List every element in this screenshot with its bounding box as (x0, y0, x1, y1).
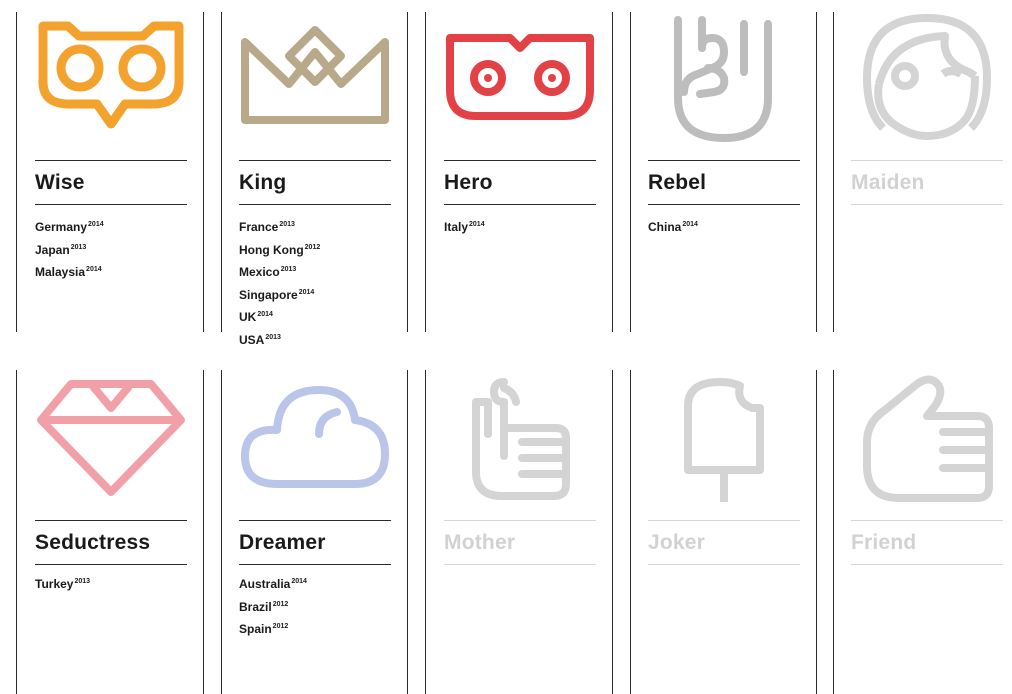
archetype-name: Seductress (35, 531, 151, 554)
country-item: Turkey2013 (35, 577, 91, 591)
archetype-card-king: King France2013 Hong Kong2012 Mexico2013… (239, 12, 391, 347)
owl-icon (38, 21, 184, 129)
archetype-card-maiden: Maiden (851, 12, 1003, 332)
diamond-icon (37, 380, 185, 496)
archetype-name: Friend (851, 531, 917, 554)
archetype-card-joker: Joker (648, 372, 800, 694)
country-item: Australia2014 (239, 577, 307, 591)
country-list: Germany2014 Japan2013 Malaysia2014 (35, 215, 104, 283)
country-item: UK2014 (239, 310, 273, 325)
country-item: Singapore2014 (239, 287, 315, 302)
country-item: Japan2013 (35, 242, 87, 257)
country-item: Italy2014 (444, 220, 485, 234)
country-list: Turkey2013 (35, 572, 90, 595)
archetype-card-friend: Friend (851, 372, 1003, 694)
archetype-name: King (239, 171, 287, 194)
country-item: USA2013 (239, 332, 281, 347)
country-list: France2013 Hong Kong2012 Mexico2013 Sing… (239, 215, 320, 351)
archetype-name: Mother (444, 531, 516, 554)
archetype-card-mother: Mother (444, 372, 596, 694)
country-list: Australia2014 Brazil2012 Spain2012 (239, 572, 307, 640)
archetype-name: Wise (35, 171, 85, 194)
country-item: Germany2014 (35, 220, 104, 234)
reminder-hand-icon (472, 378, 570, 500)
thumbs-up-icon (863, 375, 993, 502)
archetype-name: Maiden (851, 171, 925, 194)
archetype-card-seductress: Seductress Turkey2013 (35, 372, 187, 694)
country-item: Hong Kong2012 (239, 242, 321, 257)
hero-mask-icon (446, 34, 594, 120)
archetype-card-dreamer: Dreamer Australia2014 Brazil2012 Spain20… (239, 372, 391, 694)
archetype-name: Rebel (648, 171, 707, 194)
archetype-name: Joker (648, 531, 706, 554)
rock-hand-icon (674, 16, 772, 142)
country-item: Malaysia2014 (35, 265, 102, 280)
country-item: Spain2012 (239, 622, 289, 637)
archetype-name: Dreamer (239, 531, 326, 554)
archetype-card-wise: Wise Germany2014 Japan2013 Malaysia2014 (35, 12, 187, 332)
bitten-popsicle-icon (684, 378, 764, 502)
archetype-card-hero: Hero Italy2014 (444, 12, 596, 332)
cloud-icon (241, 386, 389, 488)
country-list: China2014 (648, 215, 698, 238)
country-item: Mexico2013 (239, 265, 297, 280)
country-item: China2014 (648, 220, 698, 234)
archetype-name: Hero (444, 171, 493, 194)
country-item: France2013 (239, 220, 295, 234)
country-list: Italy2014 (444, 215, 485, 238)
maiden-face-icon (863, 14, 991, 140)
archetype-card-rebel: Rebel China2014 (648, 12, 800, 332)
country-item: Brazil2012 (239, 599, 289, 614)
crown-icon (241, 26, 389, 124)
